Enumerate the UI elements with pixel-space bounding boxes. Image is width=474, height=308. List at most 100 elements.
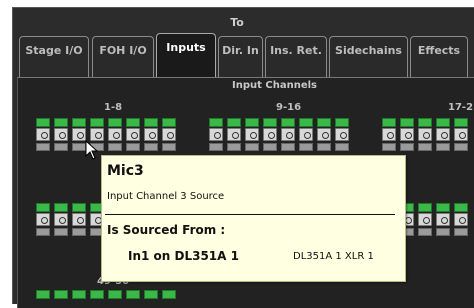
- tooltip-sourced-heading: Is Sourced From :: [107, 223, 226, 237]
- channel-source-icon: [400, 143, 414, 151]
- tooltip-channel-name: Mic3: [107, 163, 144, 179]
- channel-status-led: [108, 290, 122, 299]
- channel-patch-icon: [436, 213, 450, 226]
- group-label-1-8: 1-8: [104, 102, 123, 113]
- channel-tooltip: Mic3 Input Channel 3 Source Is Sourced F…: [101, 155, 406, 282]
- tab-foh-io[interactable]: FOH I/O: [92, 36, 154, 78]
- channel-patch-icon: [54, 128, 68, 141]
- tooltip-separator: [105, 214, 395, 215]
- channel-status-led: [126, 290, 140, 299]
- channel-status-led: [454, 203, 468, 212]
- channel-source-icon: [418, 228, 432, 236]
- channel-source-icon: [418, 143, 432, 151]
- channel-status-led: [90, 118, 104, 127]
- to-label: To: [230, 16, 244, 29]
- channel-status-led: [436, 203, 450, 212]
- channel-patch-icon: [418, 128, 432, 141]
- tab-dir-in[interactable]: Dir. In: [218, 36, 263, 78]
- channel-status-led: [335, 118, 349, 127]
- channel-status-led: [436, 118, 450, 127]
- channel-source-icon: [436, 143, 450, 151]
- channel-status-led: [418, 203, 432, 212]
- channel-source-icon: [108, 143, 122, 151]
- channel-patch-icon: [335, 128, 349, 141]
- channel-patch-icon: [144, 128, 158, 141]
- group-label-17-24: 17-2: [448, 102, 474, 113]
- channel-patch-icon: [454, 128, 468, 141]
- channel-source-icon: [144, 143, 158, 151]
- channel-status-led: [54, 290, 68, 299]
- channel-source-icon: [54, 143, 68, 151]
- channel-patch-icon: [400, 128, 414, 141]
- tab-inputs[interactable]: Inputs: [156, 33, 216, 78]
- channel-status-led: [144, 290, 158, 299]
- channel-status-led: [144, 118, 158, 127]
- channel-status-led: [108, 118, 122, 127]
- channel-patch-icon: [72, 128, 86, 141]
- channel-status-led: [36, 118, 50, 127]
- channel-patch-icon: [454, 213, 468, 226]
- channel-status-led: [126, 118, 140, 127]
- channel-status-led: [209, 118, 223, 127]
- tooltip-source: In1 on DL351A 1: [128, 249, 239, 263]
- channel-source-icon: [436, 228, 450, 236]
- channel-status-led: [400, 118, 414, 127]
- channel-source-icon: [454, 143, 468, 151]
- tooltip-description: Input Channel 3 Source: [107, 191, 225, 202]
- mouse-pointer-icon: [85, 140, 99, 160]
- channel-status-led: [162, 290, 176, 299]
- channel-status-led: [263, 118, 277, 127]
- channel-patch-icon: [162, 128, 176, 141]
- channel-status-led: [72, 118, 86, 127]
- channel-status-led: [54, 203, 68, 212]
- channel-source-icon: [36, 143, 50, 151]
- channel-source-icon: [162, 143, 176, 151]
- channel-patch-icon: [281, 128, 295, 141]
- tooltip-port: DL351A 1 XLR 1: [293, 251, 374, 262]
- input-channels-title: Input Channels: [232, 80, 317, 91]
- channel-status-led: [227, 118, 241, 127]
- channel-source-icon: [382, 143, 396, 151]
- channel-patch-icon: [382, 128, 396, 141]
- channel-source-icon: [245, 143, 259, 151]
- channel-source-icon: [335, 143, 349, 151]
- channel-status-led: [36, 203, 50, 212]
- channel-patch-icon: [209, 128, 223, 141]
- channel-source-icon: [227, 143, 241, 151]
- channel-patch-icon: [299, 128, 313, 141]
- channel-patch-icon: [227, 128, 241, 141]
- channel-patch-icon: [436, 128, 450, 141]
- channel-patch-icon: [126, 128, 140, 141]
- channel-patch-icon: [36, 128, 50, 141]
- channel-patch-icon: [418, 213, 432, 226]
- channel-source-icon: [72, 228, 86, 236]
- channel-status-led: [54, 118, 68, 127]
- channel-source-icon: [454, 228, 468, 236]
- channel-source-icon: [54, 228, 68, 236]
- channel-status-led: [418, 118, 432, 127]
- tab-sidechains[interactable]: Sidechains: [329, 36, 408, 78]
- channel-source-icon: [281, 143, 295, 151]
- channel-patch-icon: [108, 128, 122, 141]
- channel-status-led: [162, 118, 176, 127]
- channel-status-led: [382, 118, 396, 127]
- channel-status-led: [36, 290, 50, 299]
- channel-patch-icon: [317, 128, 331, 141]
- channel-status-led: [317, 118, 331, 127]
- channel-source-icon: [263, 143, 277, 151]
- channel-source-icon: [317, 143, 331, 151]
- channel-status-led: [90, 290, 104, 299]
- channel-source-icon: [299, 143, 313, 151]
- channel-status-led: [72, 290, 86, 299]
- channel-status-led: [281, 118, 295, 127]
- channel-patch-icon: [72, 213, 86, 226]
- channel-status-led: [299, 118, 313, 127]
- channel-source-icon: [126, 143, 140, 151]
- tab-ins-ret[interactable]: Ins. Ret.: [265, 36, 327, 78]
- tab-effects[interactable]: Effects: [410, 36, 468, 78]
- channel-patch-icon: [36, 213, 50, 226]
- tab-stage-io[interactable]: Stage I/O: [19, 36, 89, 78]
- channel-status-led: [245, 118, 259, 127]
- channel-status-led: [72, 203, 86, 212]
- group-label-9-16: 9-16: [276, 102, 302, 113]
